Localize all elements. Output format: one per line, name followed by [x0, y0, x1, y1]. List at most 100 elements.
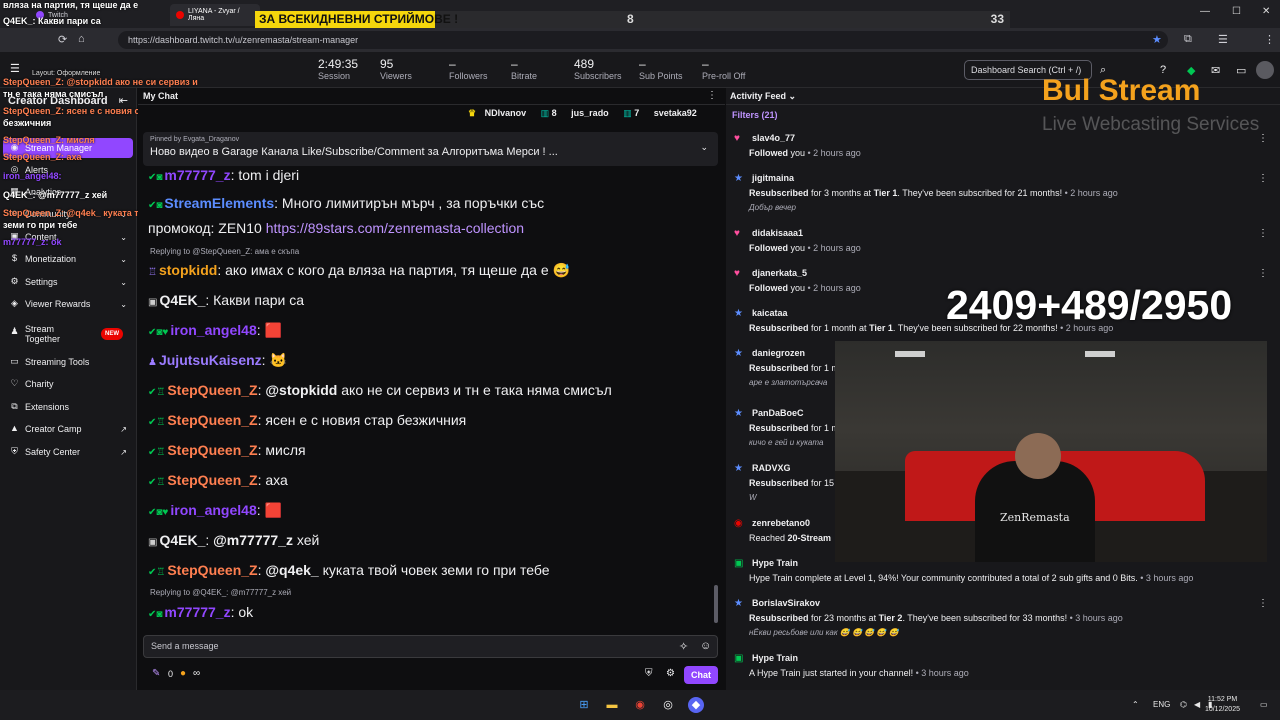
feed-username[interactable]: PanDaBoeC — [752, 408, 804, 418]
chat-username[interactable]: iron_angel48 — [170, 322, 256, 338]
chat-username[interactable]: StepQueen_Z — [167, 472, 257, 488]
chat-scrollbar[interactable] — [714, 585, 718, 623]
minimize-button[interactable]: — — [1200, 6, 1210, 17]
chat-link[interactable]: https://89stars.com/zenremasta-collectio… — [266, 220, 524, 236]
close-window-button[interactable]: ✕ — [1262, 6, 1270, 17]
chat-username[interactable]: StepQueen_Z — [167, 412, 257, 428]
sidebar-icon[interactable]: ☰ — [1218, 33, 1228, 46]
feed-username[interactable]: didakisaaa1 — [752, 228, 803, 238]
language-indicator[interactable]: ENG — [1153, 700, 1170, 709]
more-options-icon[interactable]: ⋮ — [1258, 173, 1268, 184]
discord-icon[interactable]: ◆ — [688, 697, 704, 713]
gift-leaderboard: ♛ NDIvanov ▥ 8 jus_rado ▥ 7 svetaka92 — [468, 108, 709, 119]
chat-username[interactable]: StepQueen_Z — [167, 442, 257, 458]
chevron-down-icon[interactable]: ⌄ — [700, 142, 708, 153]
overlay-chat-line: StepQueen_Z: мисля — [3, 135, 95, 145]
sidebar-item-monetization[interactable]: $ Monetization ⌄ — [3, 249, 133, 269]
wifi-icon[interactable]: ⌬ — [1180, 700, 1187, 709]
windows-start-icon[interactable]: ⊞ — [576, 697, 592, 713]
sidebar-item-stream-together[interactable]: ♟ Stream Together NEW — [3, 322, 133, 346]
bookmark-star-icon[interactable]: ★ — [1152, 33, 1162, 46]
chat-input[interactable]: Send a message — [143, 635, 718, 658]
leaderboard-entry[interactable]: ▥ 8 jus_rado — [541, 108, 615, 118]
feed-username[interactable]: BorislavSirakov — [752, 598, 820, 608]
system-clock[interactable]: 11:52 PM 10/12/2025 — [1205, 695, 1240, 715]
new-badge: NEW — [101, 328, 123, 340]
chat-username[interactable]: iron_angel48 — [170, 502, 256, 518]
logo-subtitle: Live Webcasting Services — [1042, 114, 1260, 135]
reply-context[interactable]: Replying to @Q4EK_: @m77777_z хей — [150, 588, 291, 597]
more-options-icon[interactable]: ⋮ — [1258, 228, 1268, 239]
extensions-icon[interactable]: ⧉ — [1184, 33, 1192, 46]
feed-note: кичо е гей и куката — [749, 438, 824, 447]
activity-feed-title[interactable]: Activity Feed ⌄ — [730, 91, 796, 102]
gear-icon[interactable]: ⚙ — [666, 668, 675, 679]
feed-username[interactable]: jigitmaina — [752, 173, 794, 183]
sidebar-item-viewer-rewards[interactable]: ◈ Viewer Rewards ⌄ — [3, 294, 133, 314]
chat-username[interactable]: Q4EK_ — [159, 532, 205, 548]
chat-username[interactable]: StepQueen_Z — [167, 562, 257, 578]
feed-note: аре е златотърсача — [749, 378, 828, 387]
chat-title[interactable]: My Chat — [143, 91, 178, 101]
chat-username[interactable]: m77777_z — [164, 167, 230, 183]
sidebar-item-safety-center[interactable]: ⛨ Safety Center ↗ — [3, 442, 133, 462]
chat-username[interactable]: StepQueen_Z — [167, 382, 257, 398]
extensions-icon: ⧉ — [11, 401, 18, 411]
feed-desc: Followed you • 2 hours ago — [749, 243, 861, 253]
feed-username[interactable]: daniegrozen — [752, 348, 805, 358]
file-explorer-icon[interactable]: ▬ — [604, 697, 620, 713]
feed-username[interactable]: Hype Train — [752, 558, 798, 568]
sidebar-item-charity[interactable]: ♡ Charity — [3, 374, 133, 394]
url-field[interactable]: https://dashboard.twitch.tv/u/zenremasta… — [118, 31, 1168, 49]
star-icon: ★ — [734, 308, 743, 319]
more-options-icon[interactable]: ⋮ — [1258, 598, 1268, 609]
sidebar-item-extensions[interactable]: ⧉ Extensions — [3, 397, 133, 417]
feed-note: нЁкви ресьбове или как 😅 😅 😅 😅 😅 — [749, 628, 899, 637]
sidebar-item-streaming-tools[interactable]: ▭ Streaming Tools — [3, 352, 133, 372]
more-options-icon[interactable]: ⋮ — [1258, 268, 1268, 279]
leaderboard-entry[interactable]: ▥ 7 svetaka92 — [623, 108, 703, 118]
chat-mention[interactable]: @m77777_z — [213, 532, 293, 548]
chat-username[interactable]: StreamElements — [164, 195, 274, 211]
chat-mention[interactable]: @q4ek_ — [265, 562, 318, 578]
pinned-message[interactable]: Pinned by Evgata_Draganov Ново видео в G… — [143, 132, 718, 166]
feed-username[interactable]: RADVXG — [752, 463, 791, 473]
notification-center-icon[interactable]: ▭ — [1260, 700, 1268, 709]
feed-username[interactable]: zenrebetano0 — [752, 518, 810, 528]
chat-send-button[interactable]: Chat — [684, 666, 718, 684]
chat-mention[interactable]: @stopkidd — [265, 382, 337, 398]
obs-icon[interactable]: ◎ — [660, 697, 676, 713]
maximize-button[interactable]: ☐ — [1232, 6, 1241, 17]
feed-username[interactable]: kaicataa — [752, 308, 788, 318]
chat-username[interactable]: Q4EK_ — [159, 292, 205, 308]
chat-username[interactable]: m77777_z — [164, 604, 230, 620]
reload-icon[interactable]: ⟳ — [58, 33, 67, 46]
menu-icon[interactable]: ☰ — [10, 62, 20, 75]
chat-username[interactable]: JujutsuKaisenz — [159, 352, 262, 368]
volume-icon[interactable]: ◀ — [1194, 700, 1200, 709]
leaderboard-entry[interactable]: ♛ NDIvanov — [468, 108, 532, 118]
tray-chevron-icon[interactable]: ⌃ — [1132, 700, 1139, 709]
feed-username[interactable]: slav4o_77 — [752, 133, 795, 143]
browser-tab-music[interactable]: LIYANA - Zvyar / Ляна — [170, 4, 260, 26]
feed-username[interactable]: djanerkata_5 — [752, 268, 807, 278]
coin-icon[interactable]: ● — [180, 668, 186, 679]
home-icon[interactable]: ⌂ — [78, 33, 85, 45]
emote-icon[interactable]: ☺ — [700, 640, 711, 652]
reply-context[interactable]: Replying to @StepQueen_Z: ама е скъпа — [150, 247, 299, 256]
chat-message: ✔◙ m77777_z: ok — [148, 604, 253, 620]
chrome-icon[interactable]: ◉ — [632, 697, 648, 713]
overlay-chat-line: StepQueen_Z: @stopkidd ако не си сервиз … — [3, 77, 198, 87]
browser-menu-icon[interactable]: ⋮ — [1264, 33, 1275, 46]
feed-username[interactable]: Hype Train — [752, 653, 798, 663]
taskbar: ⊞ ▬ ◉ ◎ ◆ ⌃ ENG ⌬ ◀ ▮ 11:52 PM 10/12/2025… — [0, 690, 1280, 720]
sparkle-icon[interactable]: ✧ — [679, 640, 688, 653]
sidebar-item-creator-camp[interactable]: ▲ Creator Camp ↗ — [3, 419, 133, 439]
shield-icon[interactable]: ⛨ — [645, 668, 653, 679]
feed-filters[interactable]: Filters (21) — [732, 110, 778, 120]
sidebar-item-label: Extensions — [25, 402, 70, 412]
points-icon[interactable]: ✎ — [152, 668, 160, 679]
sidebar-item-settings[interactable]: ⚙ Settings ⌄ — [3, 272, 133, 292]
more-options-icon[interactable]: ⋮ — [707, 90, 717, 101]
chat-username[interactable]: stopkidd — [159, 262, 217, 278]
